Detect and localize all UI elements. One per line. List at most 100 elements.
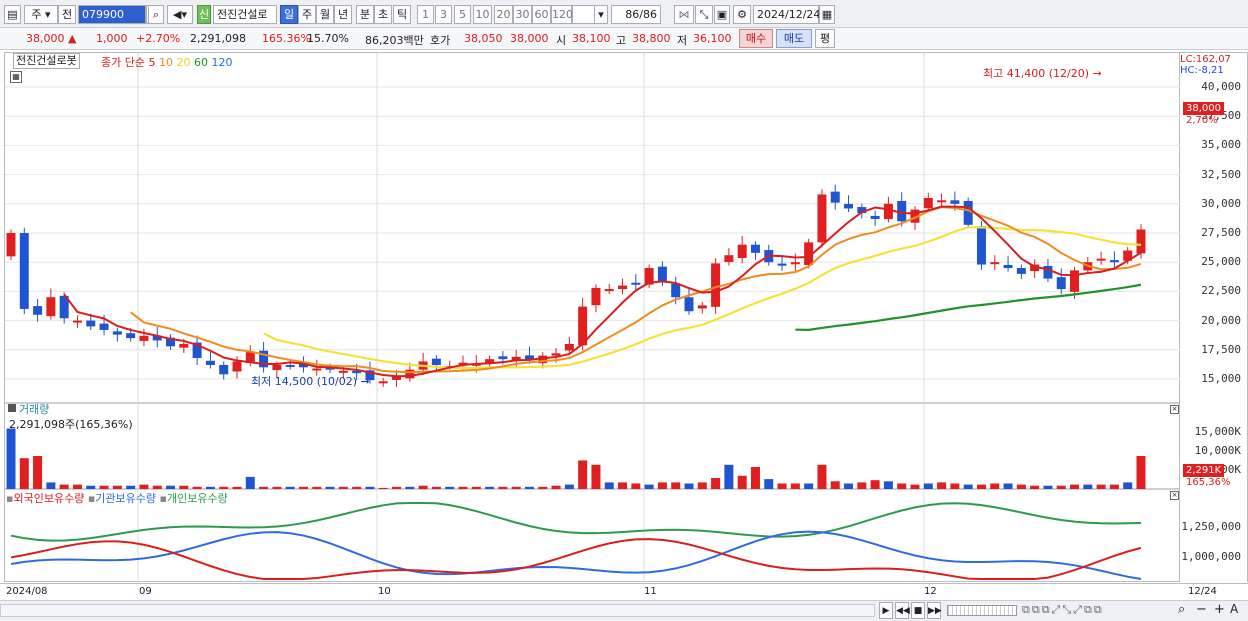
- period-year-button[interactable]: 년: [334, 5, 352, 24]
- volume-bar: [950, 483, 960, 489]
- quote-volume-ratio: 165.36%: [262, 32, 311, 45]
- quote-change: 1,000: [96, 32, 128, 45]
- interval-60-button[interactable]: 60: [532, 5, 551, 24]
- volume-bar: [1083, 484, 1093, 489]
- zoom-in-icon[interactable]: +: [1214, 602, 1225, 617]
- interval-1-button[interactable]: 1: [417, 5, 434, 24]
- volume-pane-close-icon[interactable]: ×: [1170, 405, 1179, 414]
- price-axis[interactable]: LC:162,07 HC:-8,21 40,000 37,500 35,000 32,…: [1180, 52, 1248, 582]
- holdings-pane-close-icon[interactable]: ×: [1170, 491, 1179, 500]
- interval-30-button[interactable]: 30: [513, 5, 532, 24]
- period-second-button[interactable]: 초: [374, 5, 392, 24]
- zoom-out-icon[interactable]: −: [1196, 602, 1207, 617]
- bid-label: 호가: [430, 34, 451, 47]
- volume-bar: [724, 464, 734, 489]
- candle-body: [750, 244, 760, 253]
- chart-menu-icon[interactable]: ▤: [4, 5, 21, 24]
- sound-icon[interactable]: ◀▾: [167, 5, 193, 24]
- candle-body: [711, 263, 721, 307]
- candle-body: [870, 215, 880, 219]
- volume-bar: [431, 486, 441, 489]
- interval-5-button[interactable]: 5: [454, 5, 471, 24]
- period-select[interactable]: 주 ▾: [24, 5, 58, 24]
- draw-icon[interactable]: ⤡: [695, 5, 713, 24]
- date-field[interactable]: 2024/12/24: [753, 5, 820, 24]
- compare-icon[interactable]: ⋈: [674, 5, 694, 24]
- candle-body: [1016, 268, 1026, 274]
- zoom-search-icon[interactable]: ⌕: [1178, 602, 1185, 617]
- count-field[interactable]: 86/86: [611, 5, 661, 24]
- gear-icon[interactable]: ⚙: [733, 5, 751, 24]
- stock-name-field: 전진건설로: [213, 5, 277, 24]
- stock-code-input[interactable]: 079900: [78, 5, 146, 24]
- volume-bar: [1003, 483, 1013, 489]
- volume-bar: [644, 484, 654, 489]
- x-label-nov: 11: [644, 586, 657, 597]
- buy-button[interactable]: 매수: [739, 29, 773, 48]
- interval-3-button[interactable]: 3: [435, 5, 452, 24]
- zoom-slider[interactable]: [947, 605, 1017, 616]
- candle-body: [844, 204, 854, 209]
- save-icon[interactable]: ▣: [714, 5, 730, 24]
- grid-toggle-icon[interactable]: ▦: [10, 71, 22, 83]
- volume-bar: [259, 486, 269, 489]
- y-tick-label: 22,500: [1201, 284, 1241, 298]
- volume-bar: [870, 480, 880, 489]
- volume-bar: [1123, 482, 1133, 489]
- candle-body: [976, 226, 986, 265]
- volume-bar: [179, 485, 189, 489]
- candle-body: [618, 285, 628, 290]
- volume-bar: [126, 485, 136, 489]
- sell-button[interactable]: 매도: [776, 29, 812, 48]
- period-week-button[interactable]: 주: [298, 5, 316, 24]
- period-month-button[interactable]: 월: [316, 5, 334, 24]
- interval-120-button[interactable]: 120: [551, 5, 573, 24]
- lc-label: LC:162,07: [1180, 54, 1231, 65]
- volume-bar: [830, 481, 840, 489]
- scroll-bar: ▶ ◀◀ ■ ▶▶ ⧉⧉⧉⤢⤡⤢⧉⧉ ⌕ − + A: [0, 600, 1248, 621]
- ma20-line: [263, 226, 1142, 370]
- quote-volume: 2,291,098: [190, 32, 246, 45]
- candle-body: [179, 343, 189, 348]
- period-tick-button[interactable]: 틱: [393, 5, 411, 24]
- volume-pane-handle[interactable]: [8, 404, 16, 412]
- period-minute-button[interactable]: 분: [356, 5, 374, 24]
- volume-bar: [604, 482, 614, 489]
- volume-bar: [897, 483, 907, 489]
- volume-bar: [764, 479, 774, 489]
- quote-change-rate: +2.70%: [136, 32, 181, 45]
- quote-open: 38,100: [572, 32, 611, 45]
- prev-button[interactable]: 전: [58, 5, 76, 24]
- volume-bar: [844, 483, 854, 489]
- volume-bar: [857, 482, 867, 489]
- chart-title[interactable]: 전진건설로봇: [13, 53, 80, 69]
- candle-body: [6, 233, 16, 257]
- search-icon[interactable]: ⌕: [148, 5, 164, 24]
- volume-bar: [205, 486, 215, 489]
- period-day-button[interactable]: 일: [280, 5, 298, 24]
- interval-20-button[interactable]: 20: [494, 5, 513, 24]
- volume-title: 거래량: [19, 403, 50, 416]
- y-tick-label: 30,000: [1201, 196, 1241, 210]
- volume-bar: [1016, 484, 1026, 489]
- candle-body: [1056, 277, 1066, 290]
- interval-10-button[interactable]: 10: [473, 5, 492, 24]
- calendar-icon[interactable]: ▦: [819, 5, 835, 24]
- chart-area[interactable]: 전진건설로봇 종가 단순 5 10 20 60 120 ▦ 최고 41,400 …: [4, 52, 1181, 583]
- volume-bar: [112, 485, 122, 489]
- volume-ratio-label: 165,36%: [1186, 477, 1231, 488]
- fast-forward-icon[interactable]: ▶▶: [927, 602, 942, 619]
- avg-button[interactable]: 평: [815, 29, 835, 48]
- volume-bar: [1136, 456, 1146, 489]
- candle-body: [671, 283, 681, 298]
- scroll-track[interactable]: [0, 604, 875, 617]
- font-size-icon[interactable]: A: [1230, 602, 1238, 616]
- stop-icon[interactable]: ■: [911, 602, 925, 619]
- tool-icons[interactable]: ⧉⧉⧉⤢⤡⤢⧉⧉: [1022, 603, 1104, 617]
- scroll-right-icon[interactable]: ▶: [879, 602, 893, 619]
- interval-dropdown-icon[interactable]: ▾: [594, 5, 608, 24]
- rewind-icon[interactable]: ◀◀: [895, 602, 910, 619]
- holdings-y-tick-label: 1,000,000: [1181, 550, 1241, 563]
- ma120-legend: 120: [211, 56, 233, 69]
- x-label-sep: 09: [139, 586, 152, 597]
